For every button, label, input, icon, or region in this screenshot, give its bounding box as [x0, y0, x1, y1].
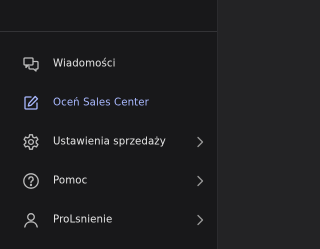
chevron-right-icon — [195, 175, 205, 187]
menu-divider — [0, 31, 217, 32]
gear-icon — [22, 133, 40, 151]
menu-item-messages[interactable]: Wiadomości — [0, 44, 217, 83]
menu-item-label: ProLsnienie — [53, 214, 113, 225]
menu-item-label: Wiadomości — [53, 58, 116, 69]
chevron-right-icon — [195, 136, 205, 148]
menu-item-label: Pomoc — [53, 175, 88, 186]
menu-item-label: Ustawienia sprzedaży — [53, 136, 166, 147]
content-area — [217, 0, 258, 249]
chat-icon — [22, 55, 40, 73]
edit-feedback-icon — [22, 94, 40, 112]
chevron-right-icon — [195, 214, 205, 226]
menu-item-rate-sales-center[interactable]: Oceń Sales Center — [0, 83, 217, 122]
menu-item-account[interactable]: ProLsnienie — [0, 200, 217, 239]
menu-item-sales-settings[interactable]: Ustawienia sprzedaży — [0, 122, 217, 161]
side-menu-panel: Wiadomości Oceń Sales Center Ustawienia … — [0, 0, 217, 249]
user-icon — [22, 211, 40, 229]
menu-item-label: Oceń Sales Center — [53, 97, 149, 108]
help-icon — [22, 172, 40, 190]
side-menu: Wiadomości Oceń Sales Center Ustawienia … — [0, 44, 217, 239]
menu-item-help[interactable]: Pomoc — [0, 161, 217, 200]
